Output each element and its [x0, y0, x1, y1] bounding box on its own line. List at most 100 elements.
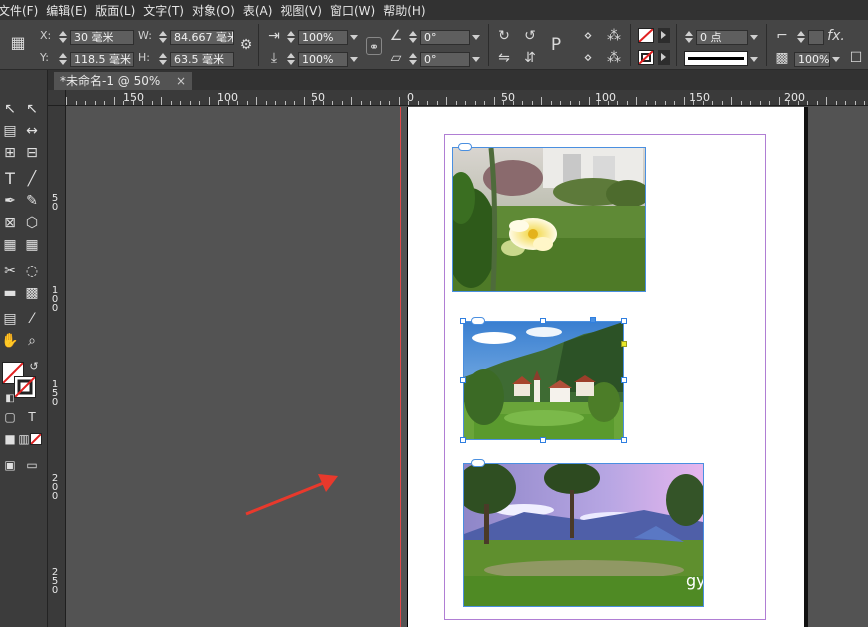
- page-tool-icon[interactable]: ▤: [0, 122, 20, 140]
- link-icon[interactable]: [471, 459, 485, 467]
- rotate-dropdown-icon[interactable]: [471, 30, 481, 45]
- zoom-tool-icon[interactable]: ⌕: [22, 332, 42, 350]
- corner-stepper-icon[interactable]: [796, 30, 806, 44]
- stroke-type-field[interactable]: [684, 51, 748, 66]
- stroke-weight-dropdown-icon[interactable]: [749, 30, 759, 45]
- y-stepper-icon[interactable]: [58, 52, 68, 66]
- stroke-menu-icon[interactable]: [658, 50, 670, 65]
- select-content-icon[interactable]: ⁂: [604, 27, 624, 45]
- stroke-swatch-icon[interactable]: [638, 50, 654, 65]
- ruler-origin[interactable]: [48, 90, 66, 106]
- scale-y-stepper-icon[interactable]: [286, 52, 296, 66]
- type-tool-icon[interactable]: T: [0, 170, 20, 188]
- content-placer-icon[interactable]: ⊟: [22, 144, 42, 162]
- resize-handle[interactable]: [621, 437, 627, 443]
- menu-type[interactable]: 文字(T): [143, 2, 192, 19]
- vertical-ruler[interactable]: 5 0 1 0 0 1 5 0 2 0 0 2 5 0: [48, 106, 66, 627]
- apply-none-icon[interactable]: [30, 433, 42, 445]
- flower-photo[interactable]: [452, 147, 646, 292]
- menu-file[interactable]: 文件(F): [0, 2, 46, 19]
- close-icon[interactable]: ×: [176, 72, 186, 90]
- screen-mode-icon[interactable]: ▣: [0, 456, 20, 474]
- horizontal-ruler[interactable]: 150 100 50 0 50 100 150 200: [66, 90, 868, 106]
- menu-table[interactable]: 表(A): [243, 2, 281, 19]
- shear-field[interactable]: 0°: [420, 52, 470, 67]
- resize-handle[interactable]: [621, 318, 627, 324]
- swap-colors-icon[interactable]: ↺: [24, 358, 44, 376]
- resize-handle[interactable]: [540, 318, 546, 324]
- x-stepper-icon[interactable]: [58, 30, 68, 44]
- fill-menu-icon[interactable]: [658, 28, 670, 43]
- stroke-weight-stepper-icon[interactable]: [684, 30, 694, 44]
- rotate-cw-icon[interactable]: ↻: [494, 27, 514, 45]
- document-tab[interactable]: *未命名-1 @ 50% ×: [54, 72, 192, 90]
- shear-dropdown-icon[interactable]: [471, 52, 481, 67]
- menu-layout[interactable]: 版面(L): [95, 2, 143, 19]
- free-transform-tool-icon[interactable]: ◌: [22, 262, 42, 280]
- scale-y-dropdown-icon[interactable]: [349, 52, 359, 67]
- h-field[interactable]: 63.5 毫米: [170, 52, 234, 67]
- pen-tool-icon[interactable]: ✒: [0, 192, 20, 210]
- stroke-weight-field[interactable]: 0 点: [696, 30, 748, 45]
- note-tool-icon[interactable]: ▤: [0, 310, 20, 328]
- selection-tool-icon[interactable]: ↖: [0, 100, 20, 118]
- effect-fx-icon[interactable]: ☐: [846, 49, 866, 67]
- y-field[interactable]: 118.5 毫米: [70, 52, 134, 67]
- polygon-tool-icon[interactable]: ⬡: [22, 214, 42, 232]
- constrain-proportions-icon[interactable]: ⚙: [236, 36, 256, 54]
- corner-options-handle[interactable]: [621, 341, 627, 347]
- scale-x-stepper-icon[interactable]: [286, 30, 296, 44]
- menu-edit[interactable]: 编辑(E): [46, 2, 95, 19]
- reference-point-icon[interactable]: ▦: [8, 34, 28, 52]
- formatting-text-icon[interactable]: T: [22, 408, 42, 426]
- menu-object[interactable]: 对象(O): [192, 2, 243, 19]
- scale-x-field[interactable]: 100%: [298, 30, 348, 45]
- select-next-icon[interactable]: ⁂: [604, 49, 624, 67]
- shear-stepper-icon[interactable]: [408, 52, 418, 66]
- w-field[interactable]: 84.667 毫米: [170, 30, 234, 45]
- opacity-dropdown-icon[interactable]: [831, 52, 841, 67]
- resize-handle[interactable]: [460, 437, 466, 443]
- menu-window[interactable]: 窗口(W): [330, 2, 383, 19]
- grid-tool-icon[interactable]: ▦: [22, 236, 42, 254]
- gradient-swatch-tool-icon[interactable]: ▬: [0, 284, 20, 302]
- rotate-ccw-icon[interactable]: ↺: [520, 27, 540, 45]
- corner-field[interactable]: [808, 30, 824, 45]
- rectangle-frame-tool-icon[interactable]: ⊠: [0, 214, 20, 232]
- link-icon[interactable]: [471, 317, 485, 325]
- gap-tool-icon[interactable]: ↔: [22, 122, 42, 140]
- flip-vertical-icon[interactable]: ⇵: [520, 49, 540, 67]
- preview-mode-icon[interactable]: ▭: [22, 456, 42, 474]
- flip-horizontal-icon[interactable]: ⇋: [494, 49, 514, 67]
- menu-view[interactable]: 视图(V): [280, 2, 330, 19]
- content-collector-icon[interactable]: ⊞: [0, 144, 20, 162]
- rotate-field[interactable]: 0°: [420, 30, 470, 45]
- scale-x-dropdown-icon[interactable]: [349, 30, 359, 45]
- village-photo[interactable]: [463, 321, 624, 440]
- link-scale-icon[interactable]: ⚭: [366, 37, 382, 55]
- eyedropper-tool-icon[interactable]: ⁄: [22, 310, 42, 328]
- select-previous-icon[interactable]: ⋄: [578, 49, 598, 67]
- select-container-icon[interactable]: ⋄: [578, 27, 598, 45]
- gradient-feather-tool-icon[interactable]: ▩: [22, 284, 42, 302]
- line-tool-icon[interactable]: ╱: [22, 170, 42, 188]
- x-field[interactable]: 30 毫米: [70, 30, 134, 45]
- park-photo[interactable]: gy: [463, 463, 704, 607]
- effects-icon[interactable]: fx.: [826, 27, 846, 45]
- direct-selection-tool-icon[interactable]: ↖: [22, 100, 42, 118]
- link-icon[interactable]: [458, 143, 472, 151]
- resize-handle[interactable]: [460, 377, 466, 383]
- menu-help[interactable]: 帮助(H): [383, 2, 433, 19]
- rotate-stepper-icon[interactable]: [408, 30, 418, 44]
- w-stepper-icon[interactable]: [158, 30, 168, 44]
- resize-handle[interactable]: [621, 377, 627, 383]
- opacity-field[interactable]: 100%: [794, 52, 830, 67]
- formatting-container-icon[interactable]: ▢: [0, 408, 20, 426]
- fill-swatch-icon[interactable]: [638, 28, 654, 43]
- scissors-tool-icon[interactable]: ✂: [0, 262, 20, 280]
- pencil-tool-icon[interactable]: ✎: [22, 192, 42, 210]
- hand-tool-icon[interactable]: ✋: [0, 332, 20, 350]
- table-tool-icon[interactable]: ▦: [0, 236, 20, 254]
- scale-y-field[interactable]: 100%: [298, 52, 348, 67]
- h-stepper-icon[interactable]: [158, 52, 168, 66]
